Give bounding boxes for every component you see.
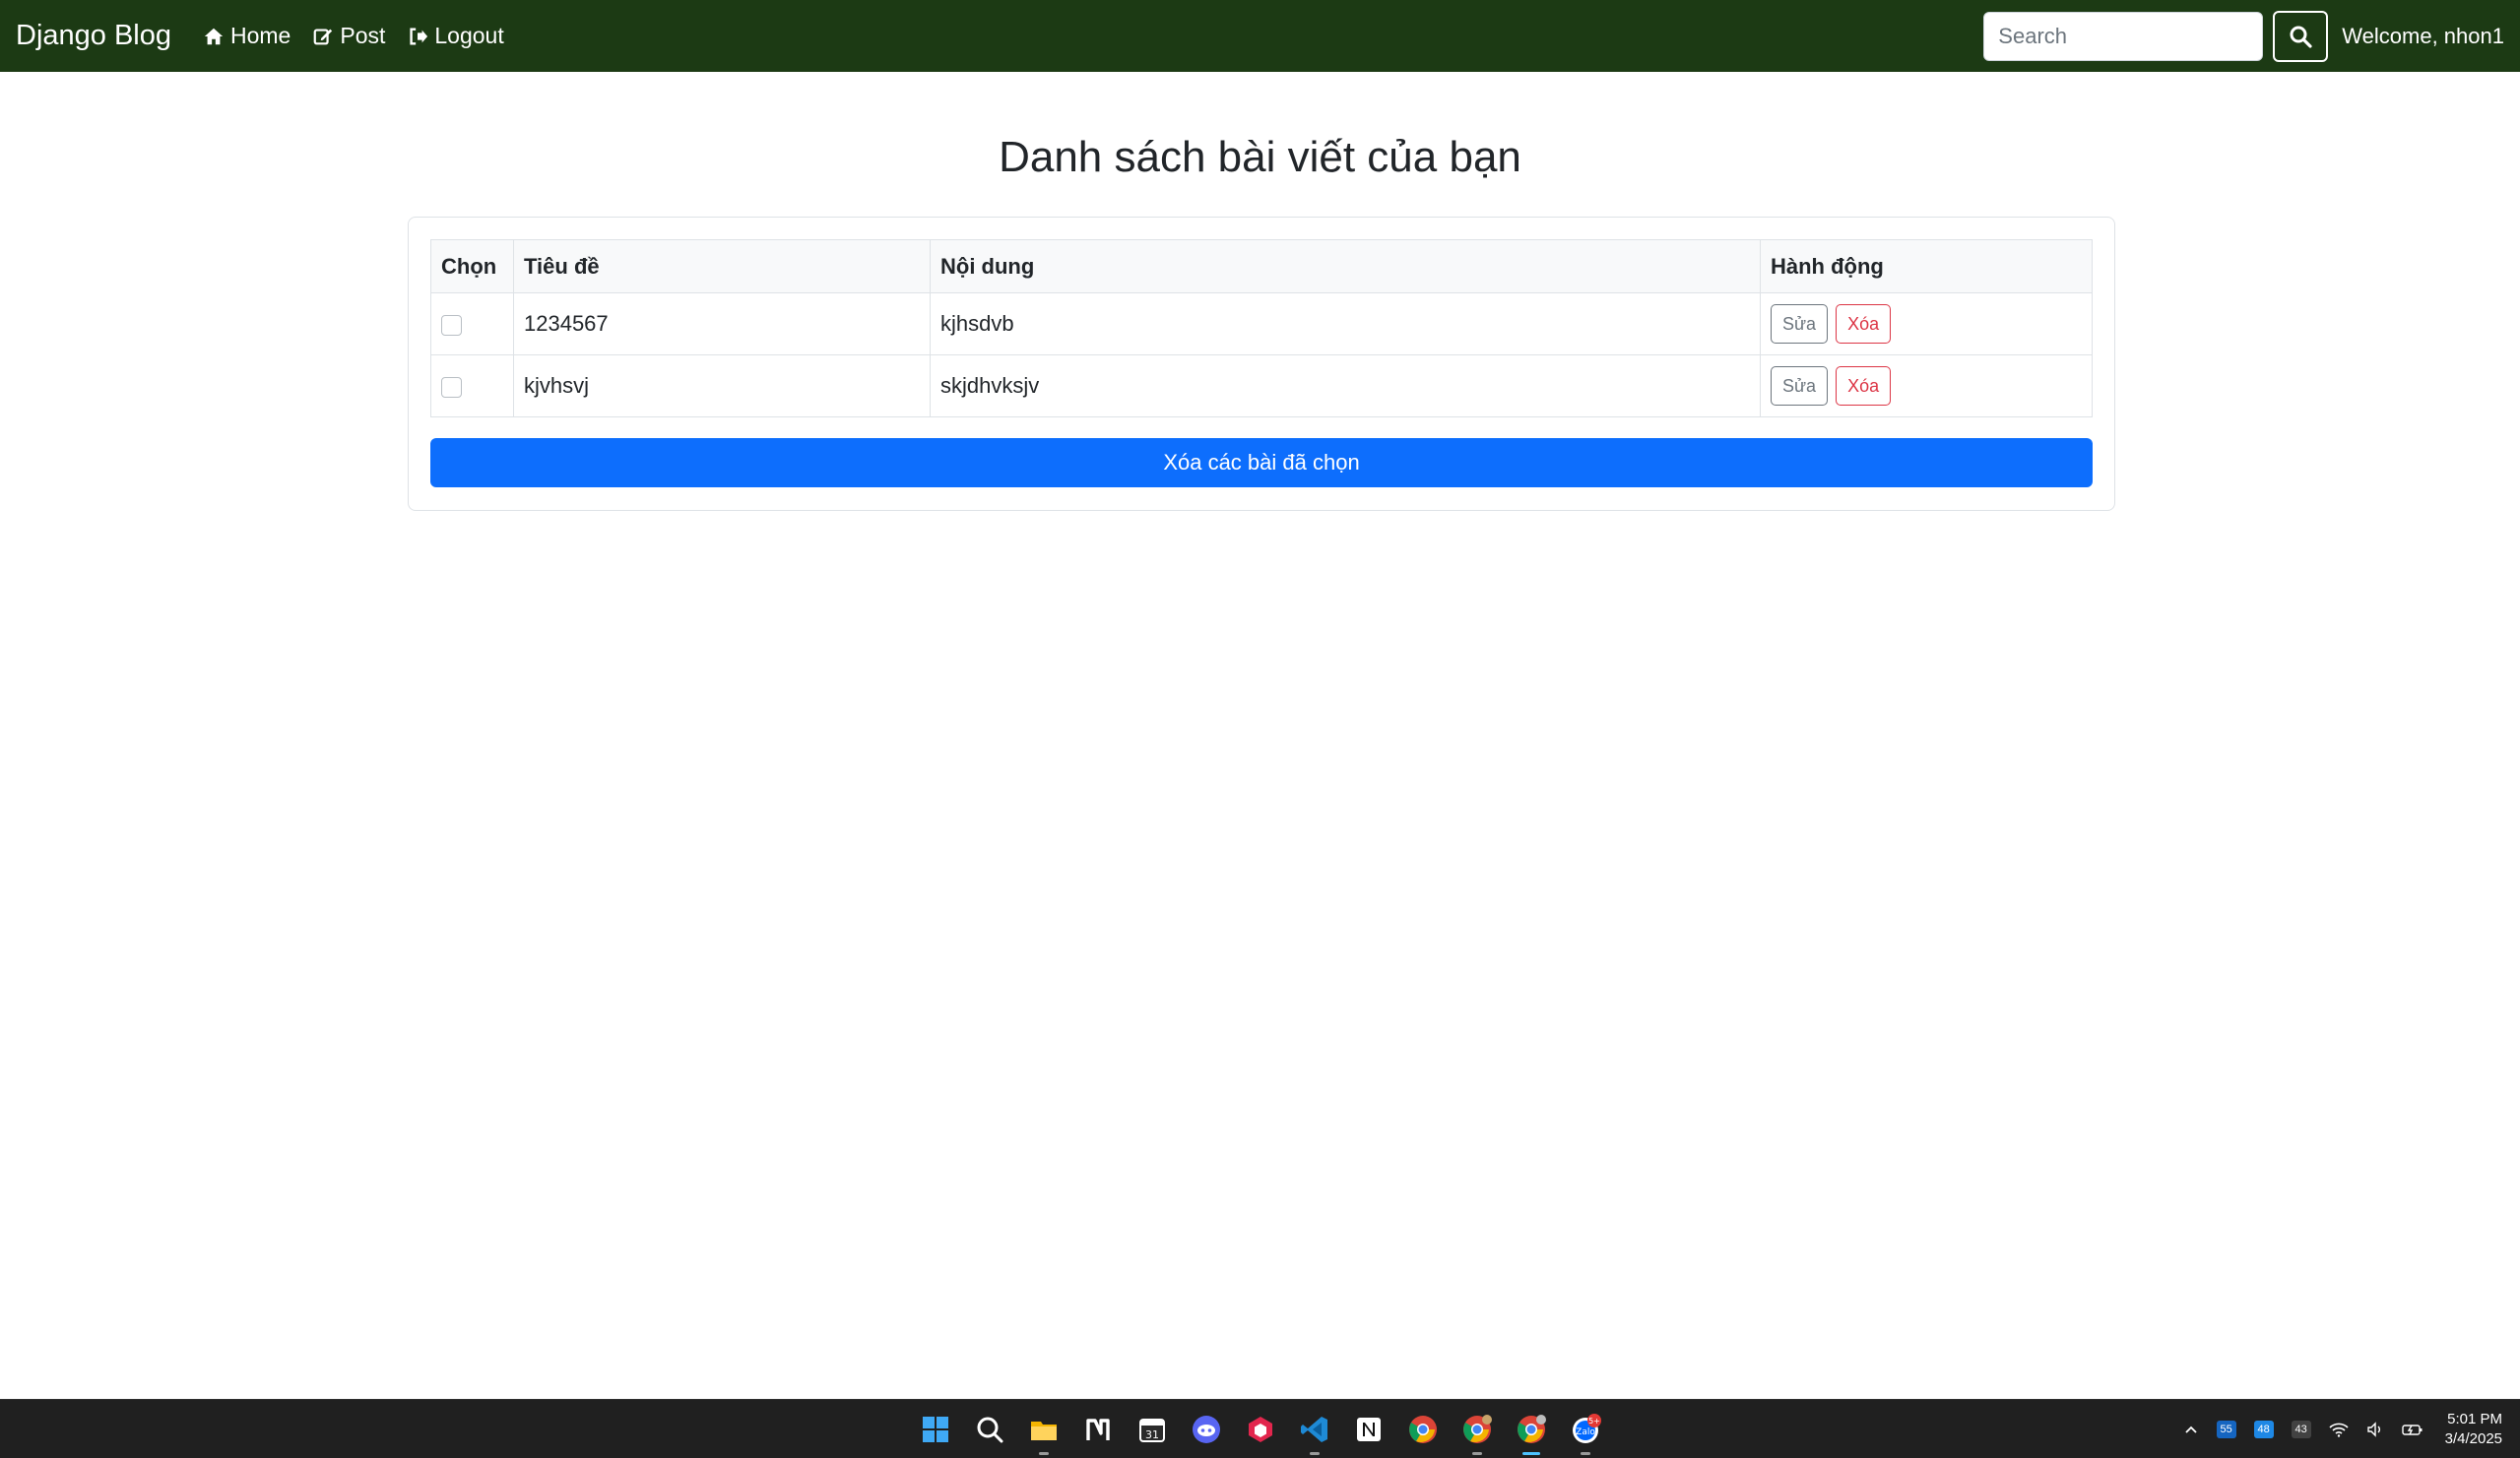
nav-post-link[interactable]: Post xyxy=(312,23,385,49)
search-input[interactable] xyxy=(1983,11,2264,61)
row-actions: Sửa Xóa xyxy=(1760,292,2093,355)
bulk-delete-button[interactable]: Xóa các bài đã chọn xyxy=(430,438,2093,487)
table-row: 1234567 kjhsdvb Sửa Xóa xyxy=(430,292,2093,355)
notion-icon[interactable] xyxy=(1347,1408,1390,1451)
header-select: Chọn xyxy=(430,239,514,293)
chrome-icon[interactable] xyxy=(1401,1408,1445,1451)
nav-logout-link[interactable]: Logout xyxy=(407,23,504,49)
row-title: kjvhsvj xyxy=(513,354,931,417)
tray-app-1-icon[interactable]: 55 xyxy=(2216,1421,2236,1438)
page-title: Danh sách bài viết của bạn xyxy=(999,133,1521,181)
row-select-cell xyxy=(430,354,514,417)
welcome-text: Welcome, nhon1 xyxy=(2342,23,2504,48)
row-content: kjhsdvb xyxy=(930,292,1761,355)
clock[interactable]: 5:01 PM 3/4/2025 xyxy=(2445,1410,2502,1449)
posts-table: Chọn Tiêu đề Nội dung Hành động 1234567 … xyxy=(430,239,2093,417)
calendar-icon[interactable]: 31 xyxy=(1131,1408,1174,1451)
taskbar: 31 Zalo 5+ 55 48 43 5:01 PM 3/4/2025 xyxy=(0,1399,2520,1458)
navbar-right: Welcome, nhon1 xyxy=(1983,10,2504,62)
battery-icon[interactable] xyxy=(2401,1422,2423,1437)
active-indicator xyxy=(1522,1452,1540,1455)
row-content: skjdhvksjv xyxy=(930,354,1761,417)
header-content: Nội dung xyxy=(930,239,1761,293)
brand-link[interactable]: Django Blog xyxy=(16,20,171,52)
chrome-profile-icon[interactable] xyxy=(1455,1408,1499,1455)
nav-home-link[interactable]: Home xyxy=(203,23,291,49)
chevron-up-icon[interactable] xyxy=(2183,1422,2199,1437)
svg-text:31: 31 xyxy=(1145,1428,1159,1441)
edit-icon xyxy=(314,28,333,44)
row-checkbox[interactable] xyxy=(441,314,462,336)
logout-icon xyxy=(410,27,428,45)
running-indicator xyxy=(1039,1452,1049,1455)
home-icon xyxy=(204,28,224,44)
navbar: Django Blog Home Post Logout Welcome, nh… xyxy=(0,0,2520,72)
file-explorer-icon[interactable] xyxy=(1022,1408,1066,1455)
volume-icon[interactable] xyxy=(2366,1422,2384,1437)
chrome-profile-active-icon[interactable] xyxy=(1510,1408,1553,1455)
notion-calendar-icon[interactable] xyxy=(1076,1408,1120,1451)
search-button[interactable] xyxy=(2273,10,2329,62)
discord-icon[interactable] xyxy=(1185,1408,1228,1451)
running-indicator xyxy=(1310,1452,1320,1455)
windows-start-icon[interactable] xyxy=(914,1408,957,1451)
delete-button[interactable]: Xóa xyxy=(1836,366,1892,406)
svg-text:Zalo: Zalo xyxy=(1576,1427,1595,1437)
system-tray: 55 48 43 5:01 PM 3/4/2025 xyxy=(2165,1410,2502,1449)
tray-app-2-icon[interactable]: 48 xyxy=(2253,1421,2274,1438)
table-row: kjvhsvj skjdhvksjv Sửa Xóa xyxy=(430,354,2093,417)
taskbar-apps: 31 Zalo 5+ xyxy=(914,1408,1618,1455)
app-hexagon-icon[interactable] xyxy=(1239,1408,1282,1451)
wifi-icon[interactable] xyxy=(2329,1422,2349,1437)
header-actions: Hành động xyxy=(1760,239,2093,293)
search-icon xyxy=(2290,26,2312,48)
edit-button[interactable]: Sửa xyxy=(1771,366,1829,406)
row-title: 1234567 xyxy=(513,292,931,355)
clock-time: 5:01 PM xyxy=(2447,1411,2502,1427)
zalo-badge: 5+ xyxy=(1588,1417,1600,1426)
nav-post-label: Post xyxy=(340,23,386,48)
nav-logout-label: Logout xyxy=(434,23,504,48)
running-indicator xyxy=(1472,1452,1482,1455)
search-icon[interactable] xyxy=(968,1408,1011,1451)
row-select-cell xyxy=(430,292,514,355)
nav-home-label: Home xyxy=(230,23,291,48)
row-actions: Sửa Xóa xyxy=(1760,354,2093,417)
posts-card: Chọn Tiêu đề Nội dung Hành động 1234567 … xyxy=(408,217,2115,511)
vscode-icon[interactable] xyxy=(1293,1408,1336,1455)
zalo-icon[interactable]: Zalo 5+ xyxy=(1564,1408,1607,1455)
running-indicator xyxy=(1581,1452,1590,1455)
edit-button[interactable]: Sửa xyxy=(1771,304,1829,344)
table-header-row: Chọn Tiêu đề Nội dung Hành động xyxy=(430,239,2093,293)
row-checkbox[interactable] xyxy=(441,376,462,398)
header-title: Tiêu đề xyxy=(513,239,931,293)
tray-app-3-icon[interactable]: 43 xyxy=(2291,1421,2311,1438)
clock-date: 3/4/2025 xyxy=(2444,1430,2502,1447)
delete-button[interactable]: Xóa xyxy=(1836,304,1892,344)
